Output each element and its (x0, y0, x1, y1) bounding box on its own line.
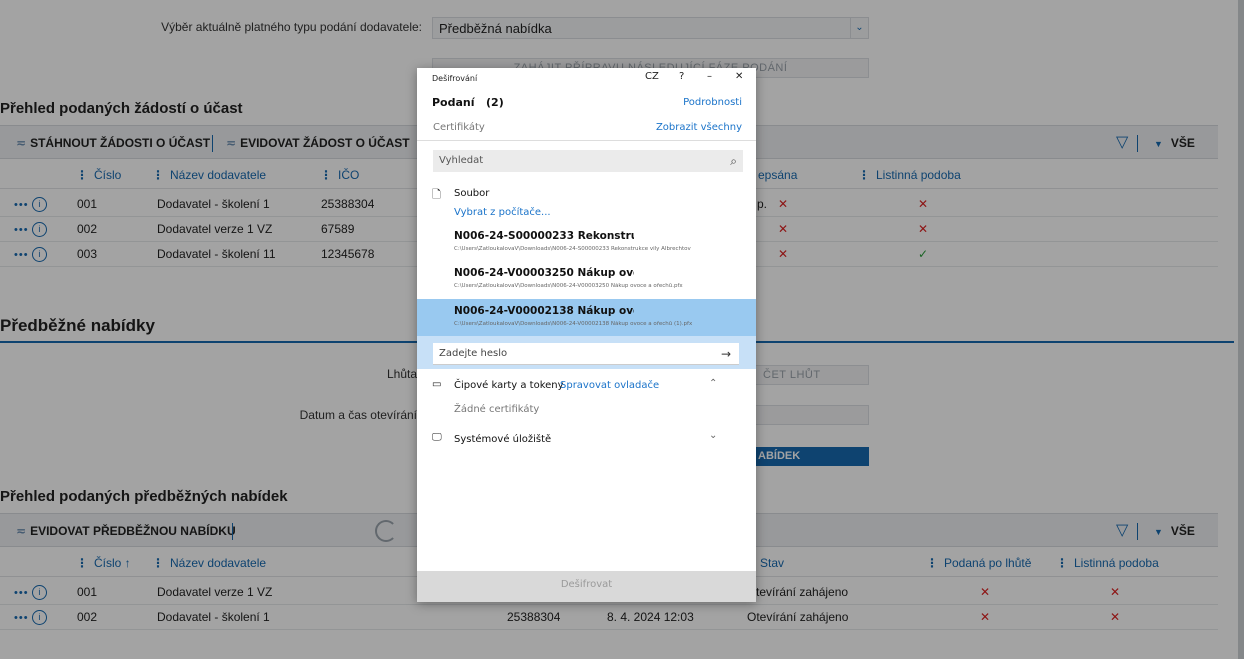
details-link[interactable]: Podrobnosti (683, 97, 742, 108)
certificate-path: C:\Users\ZatloukalovaV\Downloads\N006-24… (454, 321, 693, 327)
system-store-label: Systémové úložiště (454, 434, 552, 445)
certificate-item[interactable]: N006-24-S00000233 Rekonstruk C:\Users\Za… (417, 224, 756, 261)
chevron-up-icon[interactable]: ⌃ (709, 378, 717, 389)
close-icon[interactable]: ✕ (735, 71, 743, 82)
minimize-icon[interactable]: – (707, 71, 712, 82)
divider (417, 140, 756, 141)
certificate-item-selected[interactable]: N006-24-V00002138 Nákup ovoc C:\Users\Za… (417, 299, 756, 336)
search-icon: ⌕ (730, 154, 737, 168)
decrypt-dialog: Dešifrování CZ ? – ✕ Podaní (2) Podrobno… (417, 68, 756, 602)
certificate-path: C:\Users\ZatloukalovaV\Downloads\N006-24… (454, 283, 683, 289)
file-icon: 🗋 (432, 188, 441, 201)
certificate-name: N006-24-S00000233 Rekonstruk (454, 230, 634, 242)
monitor-icon: 🖵 (432, 432, 442, 443)
dialog-heading: Podaní (2) (432, 96, 504, 109)
password-input[interactable]: Zadejte heslo → (433, 343, 739, 365)
arrow-right-icon[interactable]: → (721, 343, 731, 365)
certificate-path: C:\Users\ZatloukalovaV\Downloads\N006-24… (454, 246, 691, 252)
certificate-item[interactable]: N006-24-V00003250 Nákup ovoc C:\Users\Za… (417, 261, 756, 298)
certificate-name: N006-24-V00002138 Nákup ovoc (454, 305, 634, 317)
language-button[interactable]: CZ (645, 71, 659, 82)
smartcards-label: Čipové karty a tokeny (454, 380, 564, 391)
manage-drivers-link[interactable]: Spravovat ovladače (560, 380, 659, 391)
file-label: Soubor (454, 188, 490, 199)
smartcard-icon: ▭ (432, 379, 442, 390)
dialog-title: Dešifrování (432, 74, 478, 83)
decrypt-button[interactable]: Dešifrovat (417, 571, 756, 602)
choose-from-computer-link[interactable]: Vybrat z počítače... (454, 207, 551, 218)
show-all-link[interactable]: Zobrazit všechny (656, 122, 742, 133)
certificate-name: N006-24-V00003250 Nákup ovoc (454, 267, 634, 279)
certificates-label: Certifikáty (433, 122, 485, 133)
chevron-down-icon[interactable]: ⌄ (709, 430, 717, 441)
certificate-search-input[interactable]: Vyhledat ⌕ (433, 150, 743, 172)
no-certificates-text: Žádné certifikáty (454, 404, 540, 415)
help-icon[interactable]: ? (679, 71, 684, 82)
